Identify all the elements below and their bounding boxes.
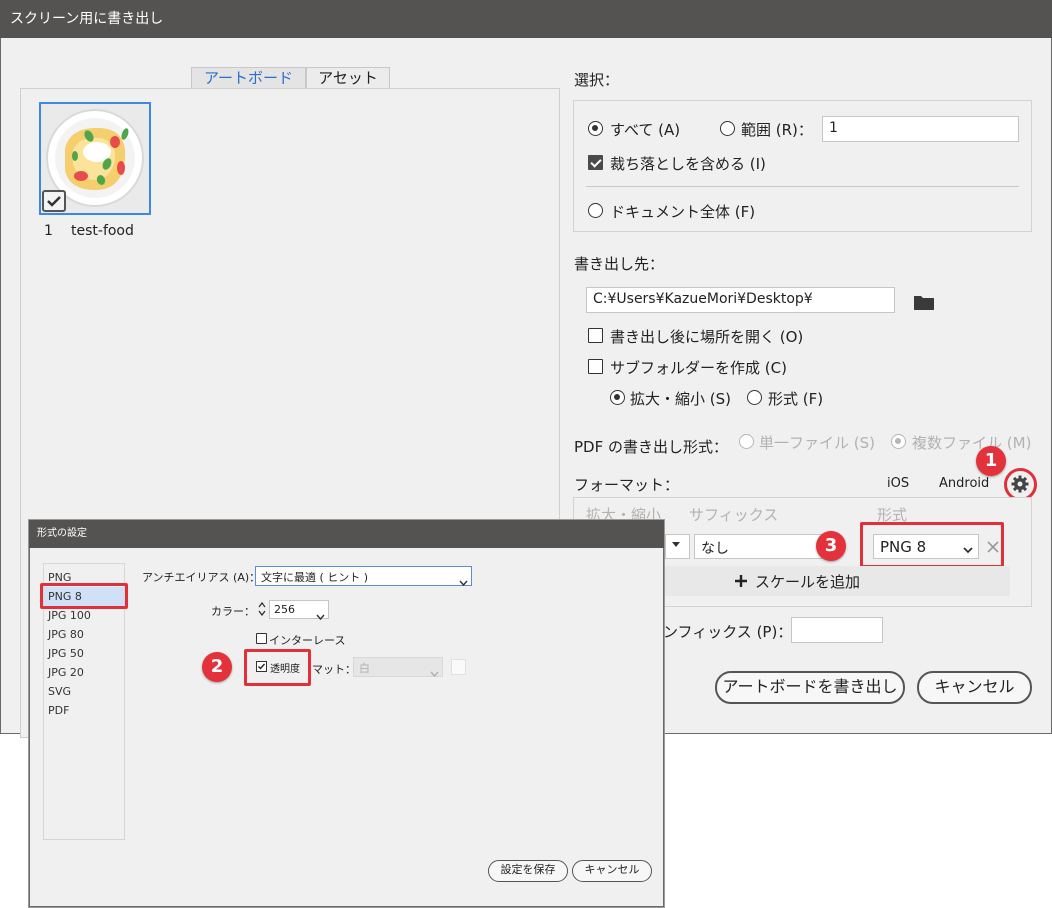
radio-pdf-single[interactable]	[739, 434, 754, 449]
antialias-value: 文字に最適 ( ヒント )	[261, 571, 369, 584]
format-list-item[interactable]: PDF	[44, 701, 124, 720]
radio-all[interactable]	[588, 121, 603, 136]
format-settings-title: 形式の設定	[29, 520, 664, 548]
matte-value: 白	[359, 662, 370, 675]
prefix-input[interactable]	[791, 617, 883, 643]
color-label: カラー：	[211, 605, 255, 618]
add-scale-label: スケールを追加	[755, 573, 861, 591]
divider	[586, 186, 1019, 187]
by-scale-label: 拡大・縮小 (S)	[630, 390, 731, 408]
cancel-button[interactable]: キャンセル	[917, 671, 1032, 704]
create-subfolders-label: サブフォルダーを作成 (C)	[610, 359, 787, 377]
gear-icon[interactable]	[1010, 474, 1030, 498]
chevron-down-icon	[459, 572, 468, 591]
format-select-value: PNG 8	[880, 538, 927, 556]
col-suffix-header: サフィックス	[689, 506, 779, 524]
matte-color-swatch[interactable]	[451, 659, 466, 675]
check-icon	[47, 196, 61, 207]
format-list-item[interactable]: JPG 50	[44, 644, 124, 663]
chevron-down-icon	[316, 606, 325, 625]
full-document-label: ドキュメント全体 (F)	[610, 203, 756, 221]
antialias-select[interactable]: 文字に最適 ( ヒント )	[255, 566, 472, 586]
radio-by-scale[interactable]	[610, 390, 625, 405]
annotation-badge-3: 3	[816, 531, 846, 561]
include-bleed-checkbox[interactable]	[588, 155, 603, 170]
artboard-name: test-food	[71, 223, 134, 239]
open-location-checkbox[interactable]	[588, 328, 603, 343]
transparency-label: 透明度	[270, 664, 300, 675]
export-artboard-button[interactable]: アートボードを書き出し	[715, 671, 905, 704]
radio-by-format[interactable]	[747, 390, 762, 405]
annotation-badge-2: 2	[202, 652, 232, 682]
dialog-title: スクリーン用に書き出し	[0, 0, 1052, 38]
annotation-badge-1: 1	[976, 446, 1006, 476]
tab-assets[interactable]: アセット	[306, 67, 390, 89]
radio-full-document[interactable]	[588, 203, 603, 218]
create-subfolders-checkbox[interactable]	[588, 359, 603, 374]
open-location-label: 書き出し後に場所を開く (O)	[610, 328, 804, 346]
format-list-item[interactable]: JPG 80	[44, 625, 124, 644]
prefix-label: ンフィックス (P)：	[663, 623, 793, 641]
suffix-input[interactable]: なし	[694, 534, 822, 559]
range-input[interactable]: 1	[822, 116, 1019, 142]
artboard-number: 1	[44, 223, 53, 239]
triangle-down-icon	[672, 542, 680, 547]
artboard-select-checkbox[interactable]	[42, 190, 66, 212]
matte-label: マット：	[312, 663, 356, 676]
ios-preset[interactable]: iOS	[887, 476, 909, 491]
color-value: 256	[274, 603, 295, 616]
by-format-label: 形式 (F)	[768, 390, 824, 408]
transparency-checkbox[interactable]	[256, 661, 267, 672]
folder-icon[interactable]	[913, 293, 935, 315]
radio-range-label: 範囲 (R)：	[741, 121, 813, 139]
remove-scale-icon[interactable]	[986, 539, 1000, 558]
scale-dropdown[interactable]	[665, 534, 690, 559]
format-list-item[interactable]: JPG 20	[44, 663, 124, 682]
stepper-icon[interactable]	[257, 600, 267, 622]
include-bleed-label: 裁ち落としを含める (I)	[610, 155, 766, 173]
chevron-down-icon	[430, 663, 439, 682]
export-path-input[interactable]: C:¥Users¥KazueMori¥Desktop¥	[586, 287, 895, 313]
selection-label: 選択：	[574, 71, 620, 89]
pdf-multiple-label: 複数ファイル (M)	[912, 434, 1032, 452]
pdf-single-label: 単一ファイル (S)	[759, 434, 875, 452]
format-list-item[interactable]: JPG 100	[44, 606, 124, 625]
plus-icon	[734, 573, 748, 592]
interlace-label: インターレース	[269, 634, 346, 647]
interlace-checkbox[interactable]	[256, 633, 267, 644]
android-preset[interactable]: Android	[939, 476, 989, 491]
check-icon	[258, 663, 266, 670]
antialias-label: アンチエイリアス (A)：	[142, 571, 261, 584]
format-label: フォーマット：	[574, 476, 680, 494]
sub-cancel-button[interactable]: キャンセル	[572, 860, 652, 882]
save-settings-button[interactable]: 設定を保存	[488, 860, 568, 882]
radio-range[interactable]	[720, 121, 735, 136]
radio-pdf-multiple[interactable]	[891, 434, 906, 449]
export-to-label: 書き出し先：	[574, 255, 665, 273]
format-list-item[interactable]: SVG	[44, 682, 124, 701]
chevron-down-icon	[962, 540, 974, 559]
pdf-format-label: PDF の書き出し形式：	[574, 438, 728, 456]
tab-artboard[interactable]: アートボード	[191, 67, 306, 89]
radio-all-label: すべて (A)	[610, 121, 681, 139]
